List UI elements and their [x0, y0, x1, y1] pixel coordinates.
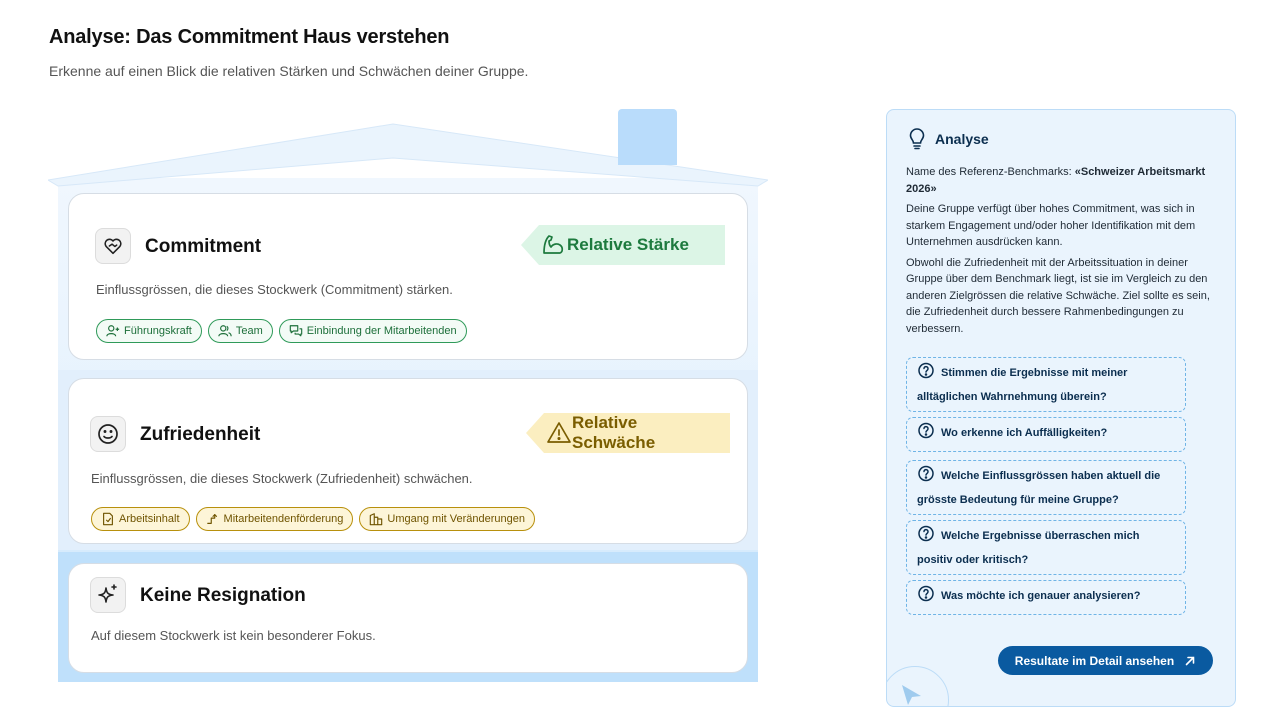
badge-label: Relative Schwäche — [572, 413, 656, 452]
floor-title: Zufriedenheit — [140, 424, 261, 445]
tag-team[interactable]: Team — [207, 319, 273, 343]
reflection-question[interactable]: Was möchte ich genauer analysieren? — [906, 580, 1186, 615]
tag-arbeitsinhalt[interactable]: Arbeitsinhalt — [91, 507, 190, 531]
floor-keine-resignation[interactable]: Keine Resignation Auf diesem Stockwerk i… — [68, 563, 748, 673]
house-chimney — [618, 109, 677, 165]
cursor-arrow-icon — [902, 685, 921, 705]
badge-label: Relative Stärke — [567, 235, 689, 254]
panel-title: Analyse — [935, 131, 989, 147]
warning-triangle-icon — [546, 421, 572, 450]
chat-bubbles-icon — [289, 325, 303, 337]
benchmark-label: Name des Referenz-Benchmarks: — [906, 166, 1075, 178]
floor-description: Auf diesem Stockwerk ist kein besonderer… — [91, 628, 376, 643]
person-plus-icon — [106, 325, 120, 337]
question-text: Was möchte ich genauer analysieren? — [941, 590, 1141, 602]
people-icon — [218, 325, 232, 337]
tag-label: Einbindung der Mitarbeitenden — [306, 325, 457, 337]
tag-label: Team — [235, 325, 263, 337]
tag-fuehrungskraft[interactable]: Führungskraft — [96, 319, 202, 343]
question-circle-icon — [917, 465, 935, 490]
growth-arrow-icon — [206, 514, 217, 524]
floor-title: Commitment — [145, 236, 262, 257]
tag-umgang-veraenderungen[interactable]: Umgang mit Veränderungen — [359, 507, 535, 531]
sparkles-icon — [90, 577, 126, 613]
relative-weakness-badge: Relative Schwäche — [526, 413, 730, 453]
heart-hands-icon — [95, 228, 131, 264]
floor-description: Einflussgrössen, die dieses Stockwerk (Z… — [91, 471, 473, 486]
analysis-paragraph-2: Obwohl die Zufriedenheit mit der Arbeits… — [906, 256, 1210, 335]
relative-strength-badge: Relative Stärke — [521, 225, 725, 265]
tag-mitarbeitendenfoerderung[interactable]: Mitarbeitendenförderung — [195, 507, 354, 531]
question-text: Welche Ergebnisse überraschen mich posit… — [917, 530, 1140, 566]
tag-list: Arbeitsinhalt Mitarbeitendenförderung Um… — [91, 507, 535, 531]
tag-list: Führungskraft Team Einbindung der Mitarb… — [96, 319, 467, 343]
reflection-question[interactable]: Wo erkenne ich Auffälligkeiten? — [906, 417, 1186, 452]
question-text: Welche Einflussgrössen haben aktuell die… — [917, 470, 1161, 506]
tag-label: Arbeitsinhalt — [119, 513, 180, 525]
tag-label: Mitarbeitendenförderung — [223, 513, 344, 525]
question-circle-icon — [917, 585, 935, 610]
question-circle-icon — [917, 525, 935, 550]
floor-zufriedenheit[interactable]: Zufriedenheit Relative Schwäche Einfluss… — [68, 378, 748, 544]
cta-label: Resultate im Detail ansehen — [1014, 653, 1175, 668]
panel-header: Analyse — [907, 128, 989, 150]
smiley-icon — [90, 416, 126, 452]
analysis-paragraph-1: Deine Gruppe verfügt über hohes Commitme… — [906, 203, 1196, 248]
view-results-button[interactable]: Resultate im Detail ansehen — [998, 646, 1213, 675]
floor-description: Einflussgrössen, die dieses Stockwerk (C… — [96, 282, 453, 297]
document-icon — [103, 512, 113, 526]
reflection-question[interactable]: Stimmen die Ergebnisse mit meiner alltäg… — [906, 357, 1186, 412]
question-circle-icon — [917, 362, 935, 387]
page-title: Analyse: Das Commitment Haus verstehen — [49, 26, 450, 48]
analysis-text: Name des Referenz-Benchmarks: «Schweizer… — [906, 164, 1218, 341]
flexed-arm-icon — [541, 233, 567, 262]
reflection-question[interactable]: Welche Einflussgrössen haben aktuell die… — [906, 460, 1186, 515]
buildings-icon — [370, 513, 383, 526]
floor-commitment[interactable]: Commitment Relative Stärke Einflussgröss… — [68, 193, 748, 360]
question-text: Wo erkenne ich Auffälligkeiten? — [941, 427, 1108, 439]
tag-label: Führungskraft — [124, 325, 192, 337]
tag-einbindung[interactable]: Einbindung der Mitarbeitenden — [278, 319, 467, 343]
arrow-up-right-icon — [1185, 656, 1195, 665]
question-circle-icon — [917, 422, 935, 447]
question-text: Stimmen die Ergebnisse mit meiner alltäg… — [917, 367, 1128, 403]
reflection-question[interactable]: Welche Ergebnisse überraschen mich posit… — [906, 520, 1186, 575]
commitment-house: Commitment Relative Stärke Einflussgröss… — [48, 108, 768, 688]
analysis-panel: Analyse Name des Referenz-Benchmarks: «S… — [886, 109, 1236, 707]
floor-title: Keine Resignation — [140, 585, 306, 606]
tag-label: Umgang mit Veränderungen — [387, 513, 525, 525]
page-subtitle: Erkenne auf einen Blick die relativen St… — [49, 63, 529, 79]
lightbulb-icon — [909, 128, 925, 150]
